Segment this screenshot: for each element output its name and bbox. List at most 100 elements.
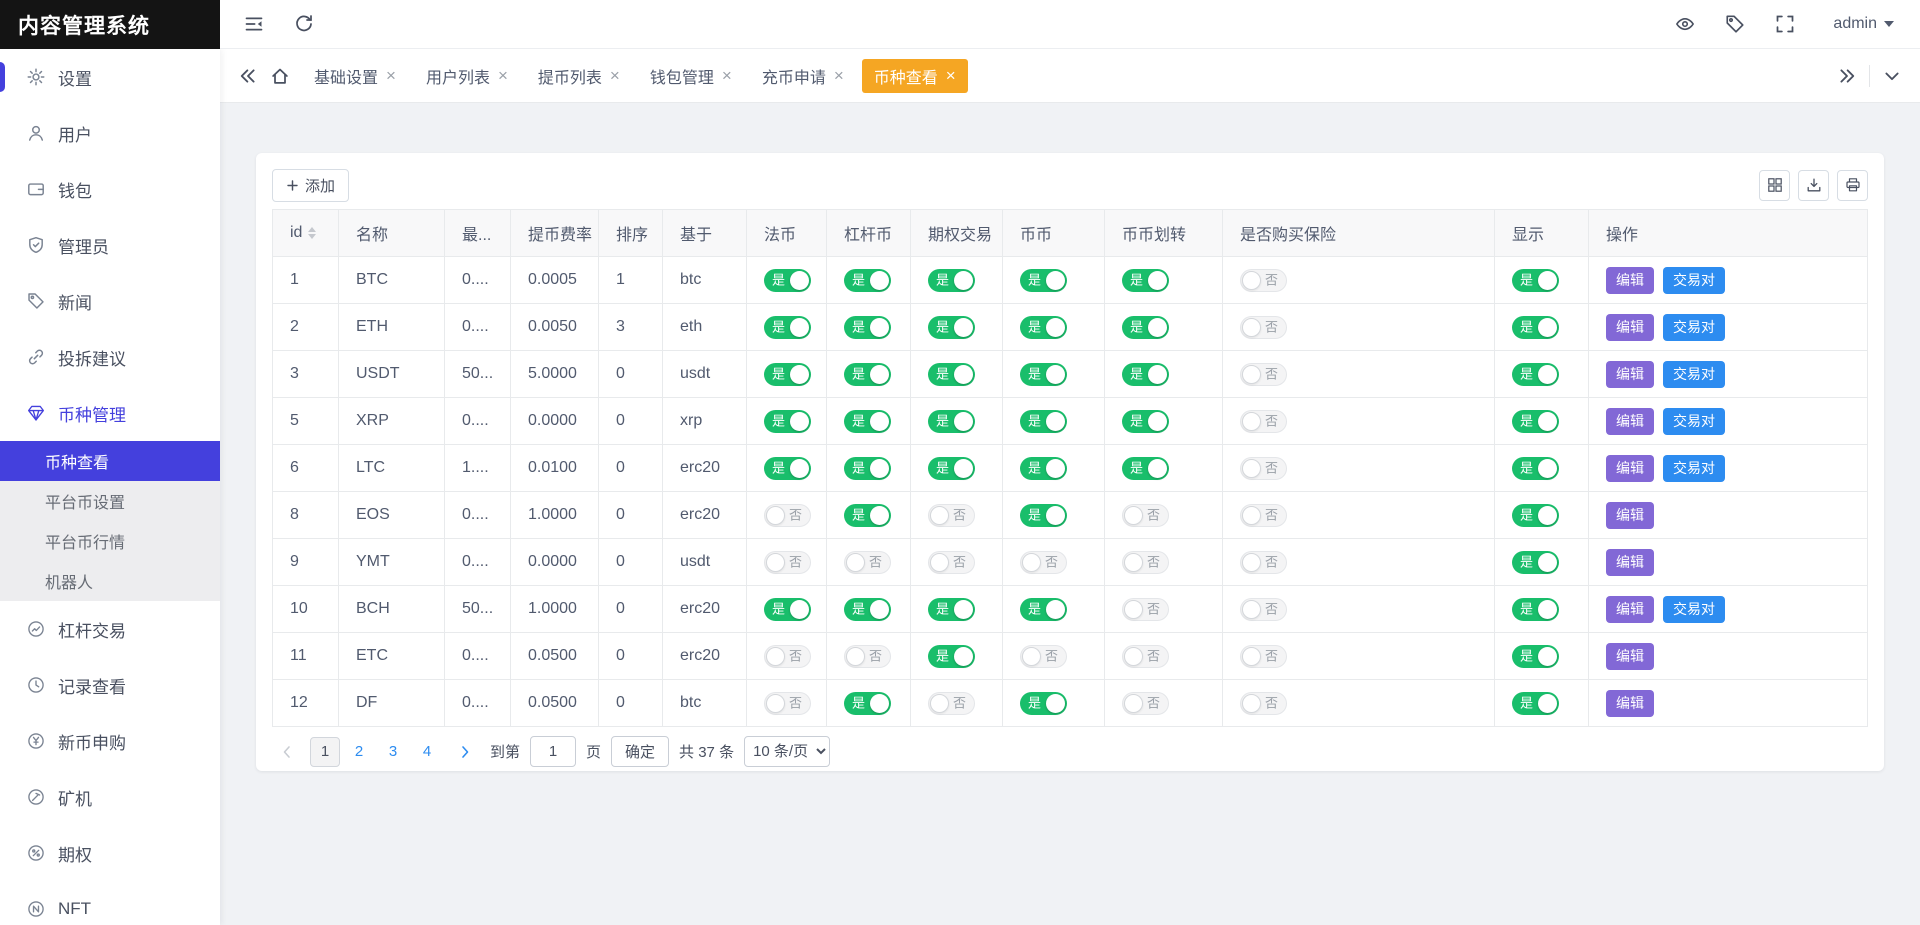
tabs-scroll-right-icon[interactable] <box>1837 66 1857 86</box>
close-icon[interactable]: × <box>610 67 620 84</box>
fiat-toggle[interactable]: 是 <box>764 456 811 480</box>
lever-toggle[interactable]: 是 <box>844 456 891 480</box>
sidebar-item-users[interactable]: 用户 <box>0 105 220 161</box>
insurance-toggle[interactable]: 否 <box>1240 503 1287 527</box>
show-toggle[interactable]: 是 <box>1512 268 1559 292</box>
fiat-toggle[interactable]: 是 <box>764 362 811 386</box>
option-toggle[interactable]: 否 <box>928 550 975 574</box>
insurance-toggle[interactable]: 否 <box>1240 597 1287 621</box>
transfer-toggle[interactable]: 否 <box>1122 644 1169 668</box>
transfer-toggle[interactable]: 是 <box>1122 409 1169 433</box>
coin-toggle[interactable]: 是 <box>1020 456 1067 480</box>
fiat-toggle[interactable]: 否 <box>764 550 811 574</box>
sidebar-item-coin-manage[interactable]: 币种管理 <box>0 385 220 441</box>
lever-toggle[interactable]: 是 <box>844 597 891 621</box>
sidebar-item-miner[interactable]: 矿机 <box>0 769 220 825</box>
edit-button[interactable]: 编辑 <box>1606 501 1654 529</box>
tab-deposit-apply[interactable]: 充币申请 × <box>750 59 856 93</box>
insurance-toggle[interactable]: 否 <box>1240 691 1287 715</box>
lever-toggle[interactable]: 否 <box>844 644 891 668</box>
tab-base-settings[interactable]: 基础设置 × <box>302 59 408 93</box>
fiat-toggle[interactable]: 是 <box>764 597 811 621</box>
coin-toggle[interactable]: 是 <box>1020 503 1067 527</box>
page-2-button[interactable]: 2 <box>344 737 374 767</box>
close-icon[interactable]: × <box>386 67 396 84</box>
sidebar-item-records[interactable]: 记录查看 <box>0 657 220 713</box>
edit-button[interactable]: 编辑 <box>1606 313 1654 341</box>
transfer-toggle[interactable]: 否 <box>1122 550 1169 574</box>
tab-withdraw-list[interactable]: 提币列表 × <box>526 59 632 93</box>
sort-icon[interactable] <box>308 227 317 239</box>
fiat-toggle[interactable]: 否 <box>764 691 811 715</box>
tab-wallet-manage[interactable]: 钱包管理 × <box>638 59 744 93</box>
show-toggle[interactable]: 是 <box>1512 456 1559 480</box>
coin-toggle[interactable]: 是 <box>1020 315 1067 339</box>
show-toggle[interactable]: 是 <box>1512 550 1559 574</box>
add-button[interactable]: 添加 <box>272 168 350 202</box>
insurance-toggle[interactable]: 否 <box>1240 362 1287 386</box>
option-toggle[interactable]: 是 <box>928 409 975 433</box>
show-toggle[interactable]: 是 <box>1512 362 1559 386</box>
option-toggle[interactable]: 是 <box>928 597 975 621</box>
sidebar-item-nft[interactable]: NFT <box>0 881 220 925</box>
prev-page-button[interactable] <box>272 737 302 767</box>
page-4-button[interactable]: 4 <box>412 737 442 767</box>
option-toggle[interactable]: 是 <box>928 362 975 386</box>
pairs-button[interactable]: 交易对 <box>1663 595 1725 623</box>
edit-button[interactable]: 编辑 <box>1606 266 1654 294</box>
refresh-icon[interactable] <box>294 14 314 34</box>
close-icon[interactable]: × <box>834 67 844 84</box>
sidebar-item-news[interactable]: 新闻 <box>0 273 220 329</box>
insurance-toggle[interactable]: 否 <box>1240 456 1287 480</box>
next-page-button[interactable] <box>450 737 480 767</box>
coin-toggle[interactable]: 否 <box>1020 550 1067 574</box>
sidebar-subitem-robot[interactable]: 机器人 <box>0 561 220 601</box>
transfer-toggle[interactable]: 否 <box>1122 597 1169 621</box>
insurance-toggle[interactable]: 否 <box>1240 550 1287 574</box>
user-menu[interactable]: admin <box>1833 15 1894 33</box>
lever-toggle[interactable]: 是 <box>844 503 891 527</box>
fiat-toggle[interactable]: 是 <box>764 268 811 292</box>
tabs-scroll-left-icon[interactable] <box>238 66 258 86</box>
option-toggle[interactable]: 否 <box>928 691 975 715</box>
tabs-menu-icon[interactable] <box>1882 66 1902 86</box>
home-tab-icon[interactable] <box>270 66 290 86</box>
sidebar-subitem-coin-view[interactable]: 币种查看 <box>0 441 220 481</box>
coin-toggle[interactable]: 否 <box>1020 644 1067 668</box>
option-toggle[interactable]: 是 <box>928 456 975 480</box>
sidebar-item-wallet[interactable]: 钱包 <box>0 161 220 217</box>
fiat-toggle[interactable]: 否 <box>764 503 811 527</box>
transfer-toggle[interactable]: 是 <box>1122 456 1169 480</box>
page-size-select[interactable]: 10 条/页 <box>744 736 831 767</box>
lever-toggle[interactable]: 是 <box>844 409 891 433</box>
collapse-sidebar-icon[interactable] <box>244 14 264 34</box>
show-toggle[interactable]: 是 <box>1512 597 1559 621</box>
export-icon[interactable] <box>1798 169 1829 201</box>
fiat-toggle[interactable]: 是 <box>764 315 811 339</box>
option-toggle[interactable]: 是 <box>928 268 975 292</box>
columns-icon[interactable] <box>1759 169 1790 201</box>
sidebar-item-settings[interactable]: 设置 <box>0 49 220 105</box>
transfer-toggle[interactable]: 否 <box>1122 503 1169 527</box>
lever-toggle[interactable]: 是 <box>844 268 891 292</box>
fullscreen-icon[interactable] <box>1775 14 1795 34</box>
eye-icon[interactable] <box>1675 14 1695 34</box>
insurance-toggle[interactable]: 否 <box>1240 268 1287 292</box>
close-icon[interactable]: × <box>946 67 956 84</box>
coin-toggle[interactable]: 是 <box>1020 362 1067 386</box>
show-toggle[interactable]: 是 <box>1512 503 1559 527</box>
sidebar-item-lever-trade[interactable]: 杠杆交易 <box>0 601 220 657</box>
pairs-button[interactable]: 交易对 <box>1663 313 1725 341</box>
transfer-toggle[interactable]: 是 <box>1122 315 1169 339</box>
confirm-page-button[interactable]: 确定 <box>611 736 670 767</box>
option-toggle[interactable]: 是 <box>928 315 975 339</box>
pairs-button[interactable]: 交易对 <box>1663 454 1725 482</box>
sidebar-subitem-platform-coin-market[interactable]: 平台币行情 <box>0 521 220 561</box>
sidebar-subitem-platform-coin-settings[interactable]: 平台币设置 <box>0 481 220 521</box>
column-header-id[interactable]: id <box>272 209 339 257</box>
sidebar-item-suggestions[interactable]: 投拆建议 <box>0 329 220 385</box>
edit-button[interactable]: 编辑 <box>1606 360 1654 388</box>
tab-user-list[interactable]: 用户列表 × <box>414 59 520 93</box>
insurance-toggle[interactable]: 否 <box>1240 409 1287 433</box>
sidebar-item-options[interactable]: 期权 <box>0 825 220 881</box>
